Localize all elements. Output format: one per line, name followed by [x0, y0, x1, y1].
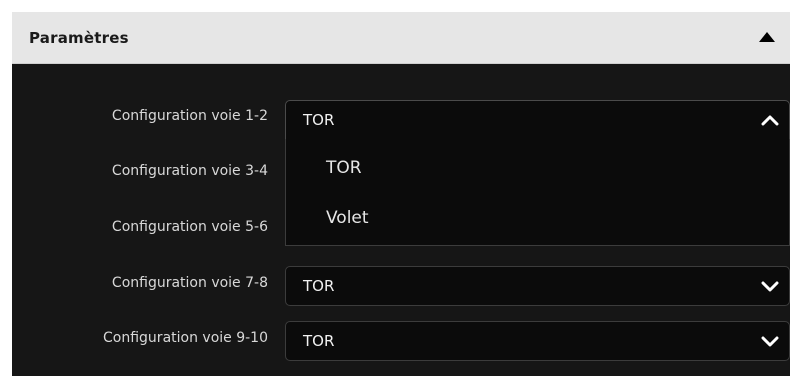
- dropdown-list-voie-1-2: TOR Volet: [285, 139, 790, 246]
- panel-header[interactable]: Paramètres: [12, 12, 790, 64]
- row-label-7-8: Configuration voie 7-8: [111, 275, 268, 291]
- option-label: Volet: [326, 208, 369, 228]
- triangle-up-icon[interactable]: [757, 29, 777, 45]
- select-voie-9-10[interactable]: TOR: [285, 321, 790, 361]
- select-value-7-8: TOR: [303, 277, 335, 295]
- select-value-1-2: TOR: [303, 111, 335, 129]
- row-label-3-4: Configuration voie 3-4: [111, 163, 268, 179]
- dropdown-option-volet[interactable]: Volet: [286, 193, 789, 243]
- option-label: TOR: [326, 158, 362, 178]
- row-label-1-2: Configuration voie 1-2: [111, 108, 268, 124]
- chevron-down-icon: [761, 336, 779, 347]
- row-label-9-10: Configuration voie 9-10: [103, 330, 268, 346]
- dropdown-option-tor[interactable]: TOR: [286, 143, 789, 193]
- select-voie-7-8[interactable]: TOR: [285, 266, 790, 306]
- panel-title: Paramètres: [29, 29, 129, 47]
- chevron-up-icon: [761, 115, 779, 126]
- select-value-9-10: TOR: [303, 332, 335, 350]
- select-voie-1-2[interactable]: TOR: [285, 100, 790, 140]
- settings-panel: Paramètres Configuration voie 1-2 TOR Co…: [12, 12, 790, 376]
- chevron-down-icon: [761, 281, 779, 292]
- row-label-5-6: Configuration voie 5-6: [111, 219, 268, 235]
